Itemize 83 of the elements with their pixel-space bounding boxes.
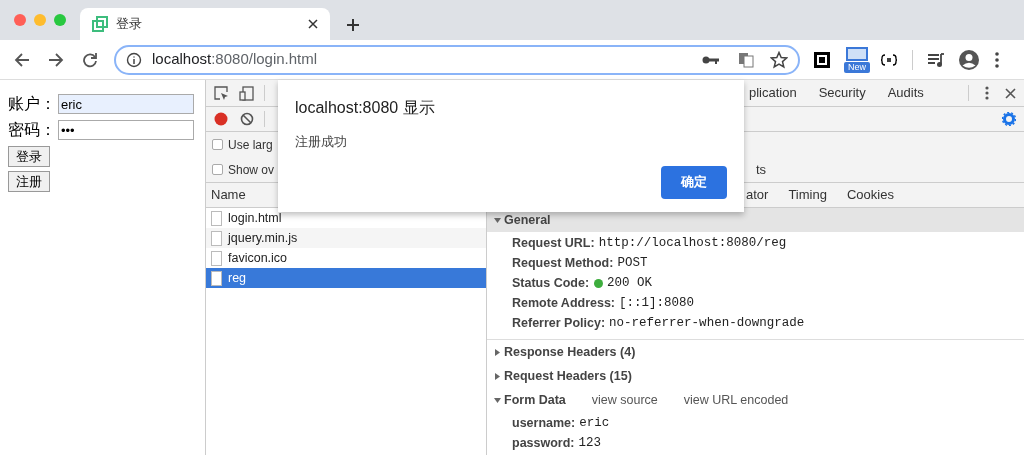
close-icon[interactable] [308, 19, 318, 29]
option-label: Show ov [228, 161, 275, 179]
file-icon [211, 270, 222, 286]
extension-button[interactable]: New [844, 46, 870, 73]
record-icon[interactable] [214, 112, 228, 126]
window-icon [846, 46, 868, 61]
expanded-triangle-icon[interactable] [494, 216, 501, 224]
header-value: http://localhost:8080/reg [598, 234, 787, 252]
field-label: 账户： [8, 94, 57, 114]
detail-tab[interactable]: Cookies [846, 185, 894, 205]
new-tab-icon[interactable] [346, 18, 360, 32]
back-icon[interactable] [14, 51, 30, 68]
request-name: favicon.ico [228, 249, 288, 267]
header-value: eric [579, 414, 610, 432]
request-name: jquery.min.js [228, 229, 298, 247]
json-braces-icon[interactable] [880, 53, 898, 66]
ok-button[interactable]: 确定 [661, 165, 727, 199]
url-text: localhost:8080/login.html [152, 49, 319, 70]
request-row[interactable]: jquery.min.js [206, 228, 486, 248]
view-link[interactable]: view URL encoded [683, 390, 789, 410]
star-icon[interactable] [770, 50, 788, 69]
header-value: no-referrer-when-downgrade [609, 314, 805, 332]
more-icon[interactable] [985, 86, 989, 100]
dialog-title: localhost:8080 显示 [295, 98, 436, 118]
view-link[interactable]: view source [591, 390, 658, 410]
section-title[interactable]: Form Data [504, 390, 566, 410]
settings-icon[interactable] [1002, 112, 1016, 126]
request-name: login.html [228, 209, 282, 227]
request-name: reg [228, 269, 247, 287]
header-key: Status Code: [512, 273, 590, 293]
header-value: 200 OK [607, 274, 653, 292]
header-value: [::1]:8080 [619, 294, 695, 312]
expanded-triangle-icon[interactable] [494, 396, 501, 404]
option-label: Use larg [228, 136, 273, 154]
file-icon [211, 230, 222, 246]
field-label: 密码： [8, 120, 57, 140]
panel-tab[interactable]: Security [818, 83, 866, 103]
close-icon[interactable] [1005, 87, 1016, 99]
input-field[interactable]: ••• [58, 120, 194, 140]
panel-tab[interactable]: plication [749, 83, 797, 103]
browser-tab[interactable]: 登录 [80, 8, 330, 40]
form-button[interactable]: 登录 [8, 146, 50, 167]
collapsed-triangle-icon[interactable] [494, 348, 501, 356]
header-key: Request Method: [512, 253, 614, 273]
address-field[interactable]: localhost:8080/login.html [114, 44, 800, 75]
translate-icon[interactable] [738, 51, 754, 68]
checkbox[interactable] [212, 139, 223, 150]
header-value: POST [617, 254, 648, 272]
inspect-icon[interactable] [214, 85, 229, 101]
form-button[interactable]: 注册 [8, 171, 50, 192]
section-title[interactable]: Request Headers (15) [504, 366, 632, 386]
header-value: 123 [578, 434, 602, 452]
key-icon[interactable] [702, 54, 720, 65]
option-label: ts [756, 160, 767, 179]
request-row[interactable]: reg [206, 268, 486, 288]
account-icon[interactable] [959, 49, 979, 70]
playlist-icon[interactable] [927, 51, 945, 68]
section-title[interactable]: Response Headers (4) [504, 342, 636, 362]
collapsed-triangle-icon[interactable] [494, 372, 501, 380]
tab-title: 登录 [116, 15, 143, 34]
input-field[interactable]: eric [58, 94, 194, 114]
square-extension-icon[interactable] [814, 51, 830, 68]
clear-icon[interactable] [240, 112, 254, 126]
file-icon [211, 210, 222, 226]
header-key: username: [512, 413, 576, 433]
detail-tab[interactable]: ator [746, 185, 769, 205]
new-badge: New [844, 61, 870, 73]
file-icon [211, 250, 222, 266]
section-title[interactable]: General [504, 210, 551, 230]
header-key: Remote Address: [512, 293, 616, 313]
header-key: Referrer Policy: [512, 313, 606, 333]
page-icon [92, 16, 108, 32]
dialog-message: 注册成功 [295, 133, 348, 151]
forward-icon[interactable] [48, 51, 64, 68]
device-icon[interactable] [239, 85, 254, 101]
checkbox[interactable] [212, 164, 223, 175]
header-key: password: [512, 433, 575, 453]
header-key: Request URL: [512, 233, 595, 253]
detail-tab[interactable]: Timing [788, 185, 827, 205]
info-icon [126, 51, 142, 68]
reload-icon[interactable] [82, 51, 98, 68]
panel-tab[interactable]: Audits [887, 83, 924, 103]
more-icon[interactable] [995, 51, 999, 68]
